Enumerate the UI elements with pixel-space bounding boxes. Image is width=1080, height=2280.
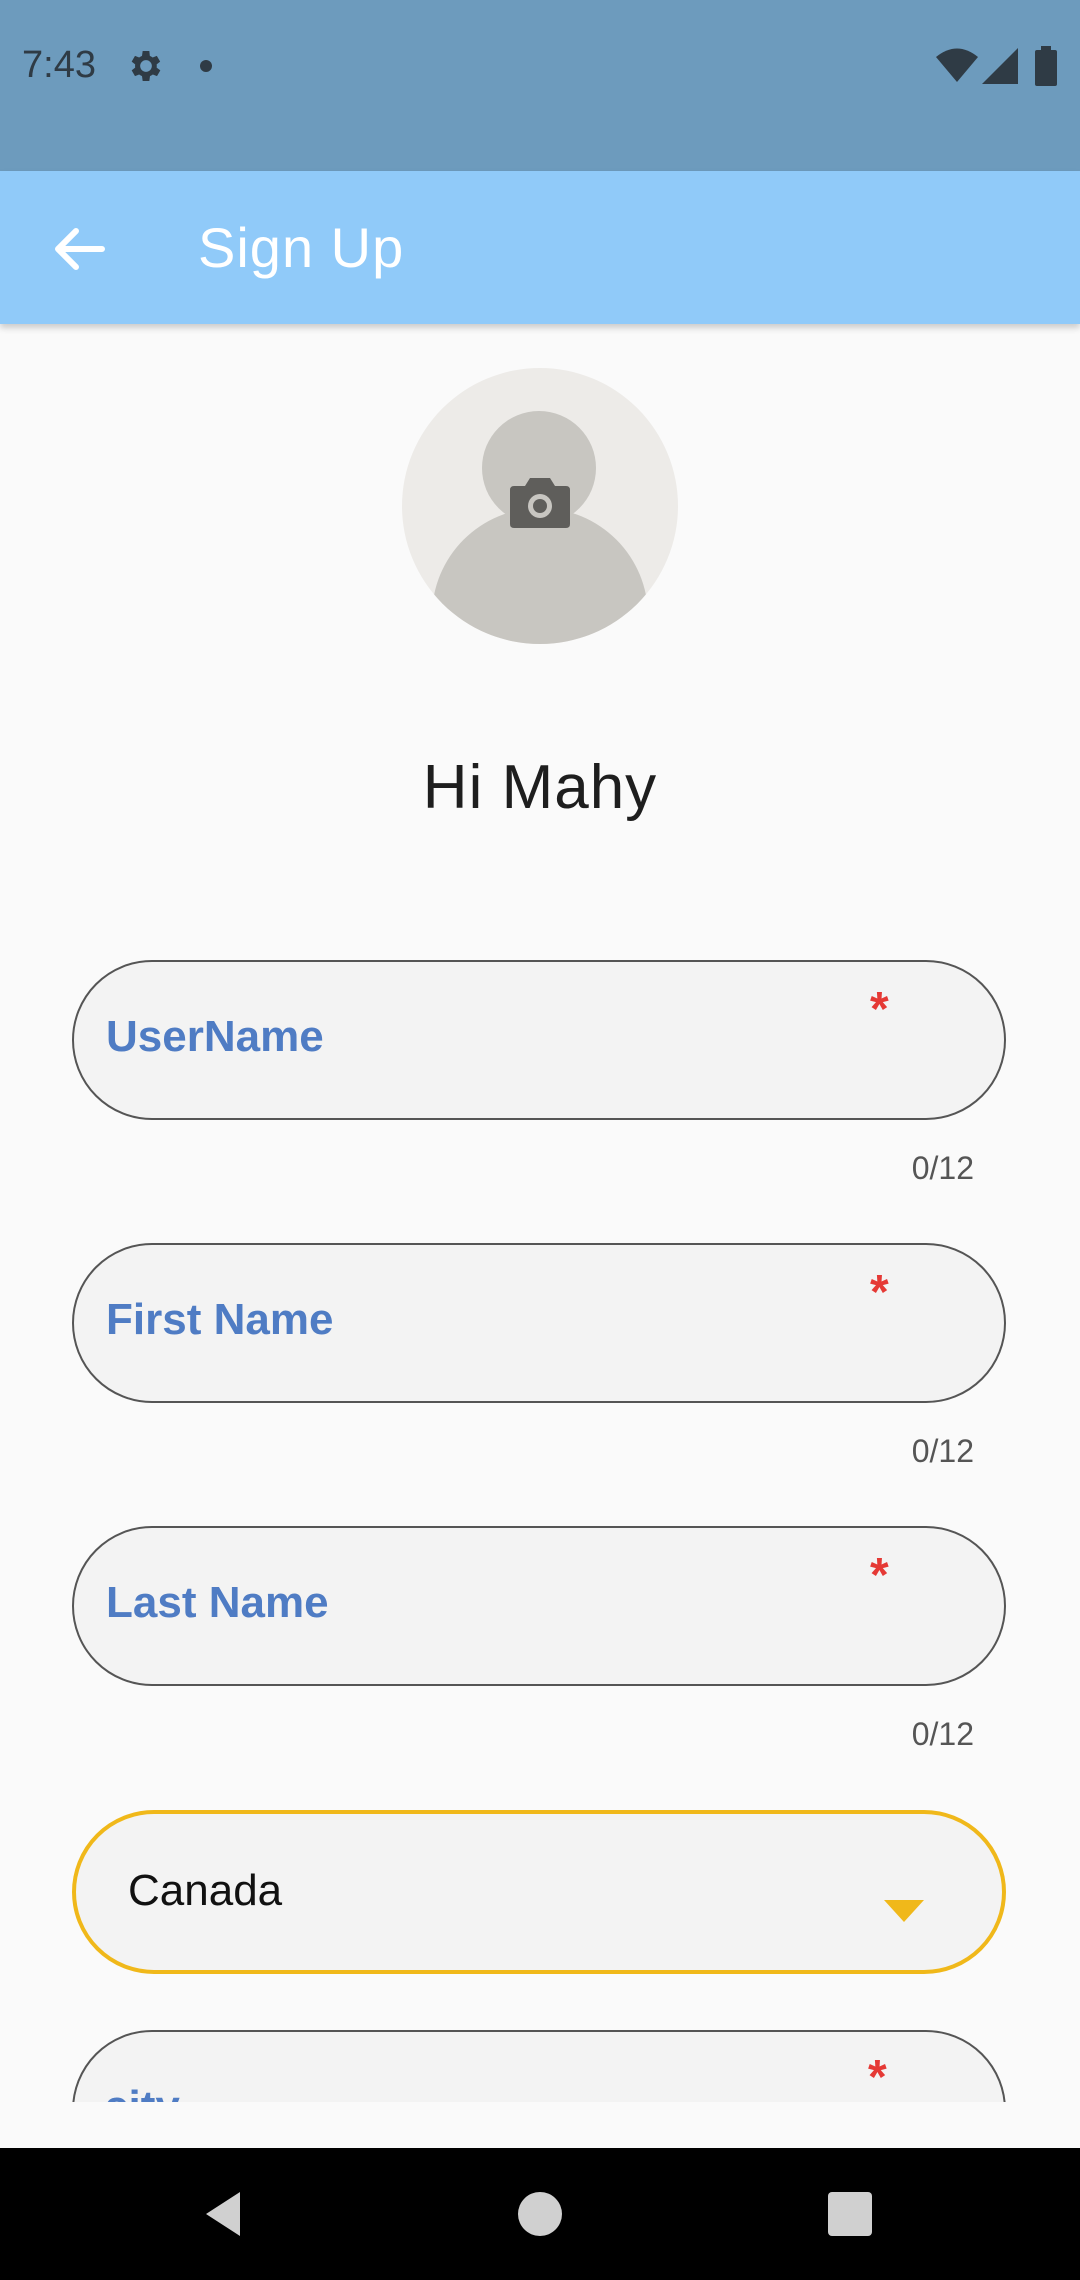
camera-icon — [510, 478, 570, 528]
username-label: UserName — [106, 1012, 324, 1061]
battery-icon — [1035, 46, 1057, 86]
avatar-body — [432, 508, 648, 644]
last-name-counter: 0/12 — [911, 1716, 974, 1752]
last-name-label: Last Name — [106, 1578, 329, 1627]
arrow-left-icon[interactable] — [40, 211, 116, 287]
chevron-down-icon — [884, 1900, 924, 1922]
navigation-bar — [0, 2148, 1080, 2280]
status-bar: 7:43 — [0, 0, 1080, 171]
scroll-clip — [0, 2102, 1080, 2148]
gear-icon — [131, 51, 161, 81]
first-name-field[interactable]: First Name * — [72, 1243, 1006, 1403]
back-triangle-icon[interactable] — [200, 2188, 252, 2240]
dot-icon — [200, 60, 212, 72]
signal-icon — [982, 48, 1018, 84]
greeting-text: Hi Mahy — [422, 753, 658, 822]
home-circle-icon[interactable] — [518, 2192, 562, 2236]
country-value: Canada — [128, 1866, 283, 1915]
avatar-picker[interactable] — [402, 368, 678, 644]
first-name-label: First Name — [106, 1295, 334, 1344]
required-indicator: * — [870, 1266, 889, 1319]
required-indicator: * — [868, 2051, 887, 2104]
username-field[interactable]: UserName * — [72, 960, 1006, 1120]
first-name-counter: 0/12 — [911, 1433, 974, 1469]
app-bar: Sign Up — [0, 171, 1080, 324]
wifi-icon — [936, 48, 978, 82]
username-counter: 0/12 — [911, 1150, 974, 1186]
required-indicator: * — [870, 1549, 889, 1602]
required-indicator: * — [870, 983, 889, 1036]
page-title: Sign Up — [198, 216, 405, 279]
country-dropdown[interactable]: Canada — [72, 1810, 1006, 1974]
last-name-field[interactable]: Last Name * — [72, 1526, 1006, 1686]
recents-square-icon[interactable] — [828, 2192, 872, 2236]
status-time: 7:43 — [22, 44, 96, 86]
